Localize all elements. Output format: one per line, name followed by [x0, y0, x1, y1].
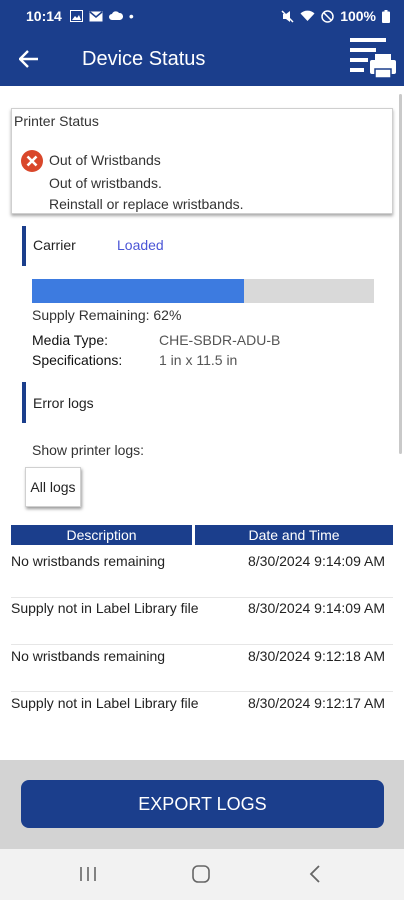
log-description: No wristbands remaining [11, 553, 166, 569]
notification-dot: • [128, 8, 134, 24]
nav-back-button[interactable] [295, 861, 335, 887]
carrier-status: Loaded [117, 237, 164, 253]
column-header-datetime: Date and Time [195, 525, 393, 545]
error-logs-section-marker [22, 382, 26, 423]
row-divider [11, 691, 393, 692]
status-bar: 10:14 • 100% [0, 0, 404, 32]
supply-remaining: Supply Remaining: 62% [32, 307, 182, 323]
clock: 10:14 [26, 8, 62, 24]
error-title: Out of Wristbands [49, 152, 161, 168]
column-header-description: Description [11, 525, 192, 545]
battery-percent: 100% [340, 8, 376, 24]
printer-status-header: Printer Status [14, 113, 99, 129]
error-instruction: Reinstall or replace wristbands. [49, 196, 244, 212]
error-icon [21, 150, 43, 172]
recents-button[interactable] [68, 861, 108, 887]
wifi-icon [300, 10, 315, 21]
printer-menu-button[interactable] [348, 34, 398, 82]
back-button[interactable] [0, 32, 58, 86]
home-button[interactable] [181, 861, 221, 887]
log-description: No wristbands remaining [11, 648, 166, 664]
page-title: Device Status [82, 47, 206, 70]
log-datetime: 8/30/2024 9:12:18 AM [248, 648, 385, 664]
app-bar: Device Status [0, 32, 404, 86]
log-description: Supply not in Label Library file [11, 695, 199, 711]
system-nav-bar [0, 849, 404, 900]
gallery-icon [69, 10, 83, 22]
mail-icon [89, 10, 103, 21]
nav-back-icon [309, 865, 320, 883]
printer-menu-icon [350, 38, 396, 79]
home-icon [192, 865, 210, 883]
dnd-icon [321, 9, 334, 23]
scrollbar[interactable] [399, 94, 402, 454]
printer-status-card: Printer Status Out of Wristbands Out of … [11, 108, 393, 214]
specifications-label: Specifications: [32, 352, 123, 368]
log-datetime: 8/30/2024 9:14:09 AM [248, 600, 385, 616]
battery-icon [382, 9, 390, 23]
error-logs-heading: Error logs [33, 395, 94, 411]
error-message: Out of wristbands. [49, 175, 162, 191]
log-datetime: 8/30/2024 9:14:09 AM [248, 553, 385, 569]
mute-icon [281, 9, 294, 23]
supply-progress-fill [32, 279, 245, 303]
specifications-value: 1 in x 11.5 in [159, 352, 238, 368]
log-datetime: 8/30/2024 9:12:17 AM [248, 695, 385, 711]
cloud-icon [108, 11, 123, 20]
recents-icon [80, 867, 96, 881]
carrier-label: Carrier [33, 237, 76, 253]
carrier-section-marker [22, 226, 26, 266]
notification-icons: • [69, 8, 134, 24]
media-type-value: CHE-SBDR-ADU-B [159, 332, 281, 348]
back-arrow-icon [19, 50, 38, 68]
log-description: Supply not in Label Library file [11, 600, 199, 616]
show-logs-label: Show printer logs: [32, 442, 145, 458]
media-type-label: Media Type: [32, 332, 109, 348]
row-divider [11, 644, 393, 645]
system-icons: 100% [281, 8, 390, 24]
export-logs-button[interactable]: EXPORT LOGS [21, 780, 384, 828]
supply-progress-bar [32, 279, 374, 303]
all-logs-dropdown[interactable]: All logs [25, 467, 81, 507]
